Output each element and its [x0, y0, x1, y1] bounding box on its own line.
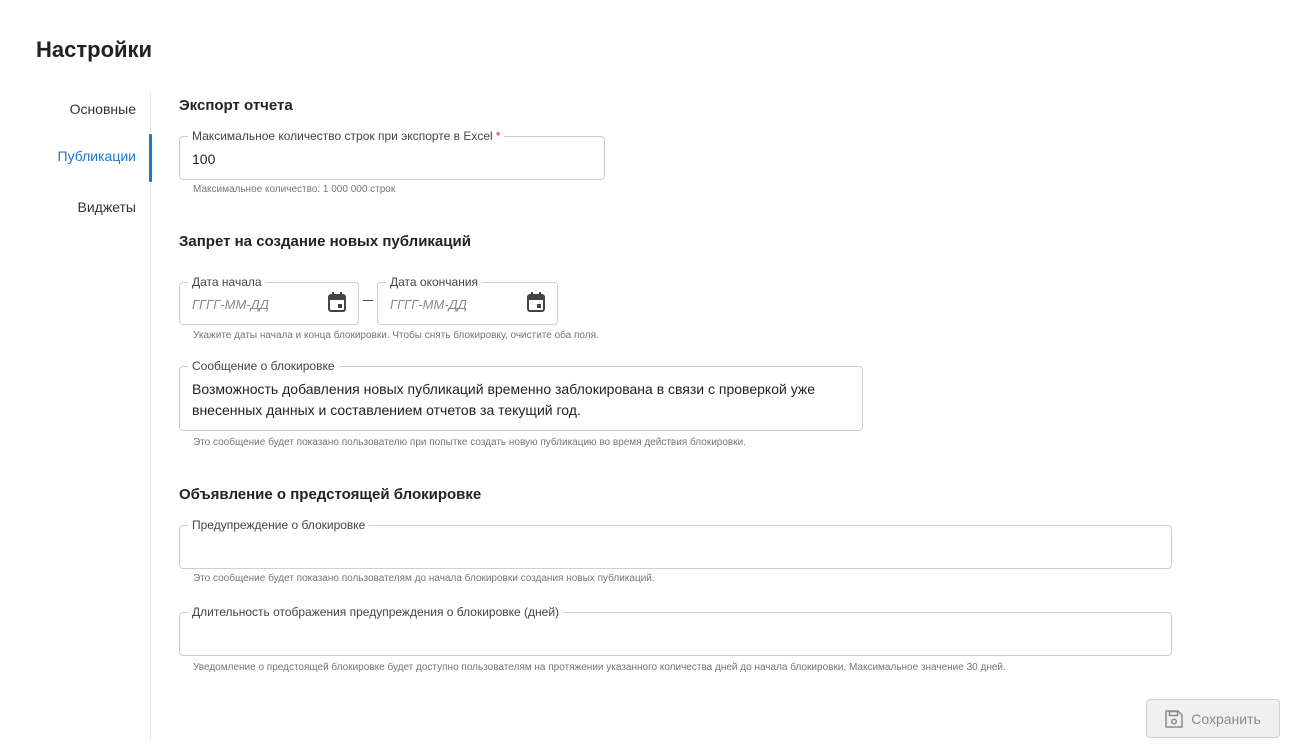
floppy-disk-icon — [1165, 709, 1183, 728]
date-range-separator — [363, 300, 373, 301]
start-date-input[interactable]: ГГГГ-ММ-ДД — [192, 297, 269, 312]
active-tab-indicator — [149, 134, 152, 182]
required-mark: * — [495, 129, 501, 143]
save-button-label: Сохранить — [1191, 710, 1261, 727]
end-date-label: Дата окончания — [386, 275, 483, 289]
section-title-export: Экспорт отчета — [179, 97, 293, 114]
warning-duration-label: Длительность отображения предупреждения … — [188, 605, 564, 619]
block-message-textarea[interactable]: Возможность добавления новых публикаций … — [192, 379, 848, 421]
warning-duration-field[interactable]: Длительность отображения предупреждения … — [179, 605, 1172, 656]
start-date-field[interactable]: Дата начала ГГГГ-ММ-ДД — [179, 275, 359, 325]
block-message-field[interactable]: Сообщение о блокировке Возможность добав… — [179, 359, 863, 431]
max-rows-input[interactable]: 100 — [192, 151, 215, 167]
page-title: Настройки — [36, 37, 153, 62]
sidebar-item-widgets[interactable]: Виджеты — [78, 199, 137, 215]
sidebar-item-publications[interactable]: Публикации — [58, 148, 136, 164]
end-date-field[interactable]: Дата окончания ГГГГ-ММ-ДД — [377, 275, 558, 325]
calendar-icon[interactable] — [527, 292, 545, 312]
max-rows-field[interactable]: Максимальное количество строк при экспор… — [179, 129, 605, 180]
block-message-helper: Это сообщение будет показано пользовател… — [193, 437, 746, 448]
warning-label: Предупреждение о блокировке — [188, 518, 370, 532]
dates-helper: Укажите даты начала и конца блокировки. … — [193, 330, 599, 341]
save-button[interactable]: Сохранить — [1146, 699, 1280, 738]
calendar-icon[interactable] — [328, 292, 346, 312]
max-rows-label: Максимальное количество строк при экспор… — [188, 129, 505, 143]
warning-field[interactable]: Предупреждение о блокировке — [179, 518, 1172, 569]
sidebar-item-general[interactable]: Основные — [70, 101, 136, 117]
settings-sidebar: Основные Публикации Виджеты — [0, 92, 152, 740]
end-date-input[interactable]: ГГГГ-ММ-ДД — [390, 297, 467, 312]
warning-duration-helper: Уведомление о предстоящей блокировке буд… — [193, 662, 1006, 673]
max-rows-helper: Максимальное количество: 1 000 000 строк — [193, 184, 396, 195]
section-title-ban: Запрет на создание новых публикаций — [179, 233, 471, 250]
warning-helper: Это сообщение будет показано пользовател… — [193, 573, 655, 584]
section-title-announcement: Объявление о предстоящей блокировке — [179, 486, 482, 503]
block-message-label: Сообщение о блокировке — [188, 359, 339, 373]
start-date-label: Дата начала — [188, 275, 266, 289]
